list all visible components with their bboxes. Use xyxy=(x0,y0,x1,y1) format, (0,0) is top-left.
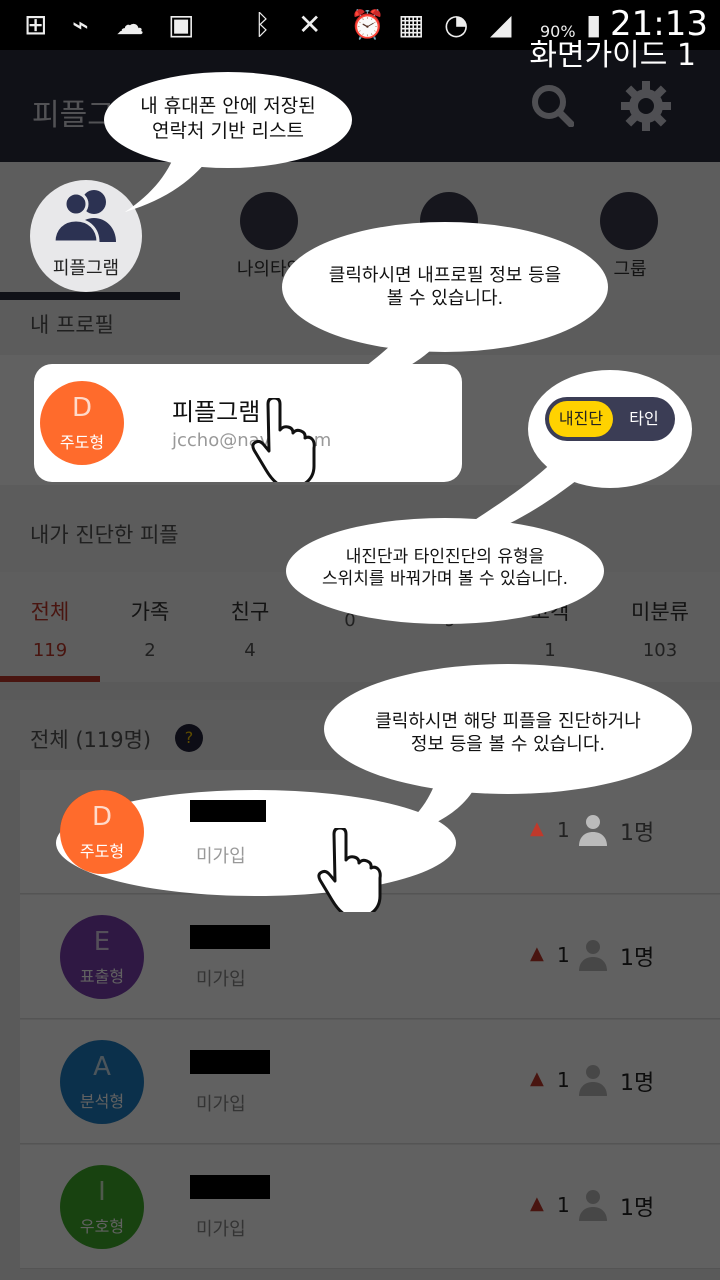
avatar-letter: E xyxy=(93,927,111,957)
bubble-text: 클릭하시면 해당 피플을 진단하거나 xyxy=(375,711,641,732)
bubble-text: 내 휴대폰 안에 저장된 xyxy=(140,95,316,117)
trend-up-icon: ▲ xyxy=(530,943,544,964)
search-icon[interactable] xyxy=(530,83,574,127)
nfc-icon: ▦ xyxy=(398,8,425,41)
chat-icon xyxy=(240,192,298,250)
filter-label: 전체 xyxy=(30,600,70,624)
trend-number: 1 xyxy=(557,1193,570,1217)
list-count: 전체 (119명) xyxy=(30,728,152,752)
list-item[interactable]: I 우호형 이동철 미가입 ▲ 1 1명 xyxy=(20,1145,720,1269)
person-name-redacted: 정철 xyxy=(190,800,266,822)
avatar: I 우호형 xyxy=(60,1165,144,1249)
person-name-redacted: 이동철 xyxy=(190,1175,270,1199)
trend-up-icon: ▲ xyxy=(530,1193,544,1214)
pointing-hand-icon xyxy=(251,398,316,482)
trend-up-icon: ▲ xyxy=(530,818,544,839)
guide-bubble-contacts: 내 휴대폰 안에 저장된 연락처 기반 리스트 xyxy=(104,72,352,168)
people-tab-icon xyxy=(52,190,116,242)
guide-bubble-row: 클릭하시면 해당 피플을 진단하거나 정보 등을 볼 수 있습니다. xyxy=(324,664,692,794)
avatar-type: 표출형 xyxy=(79,967,125,986)
avatar: D 주도형 xyxy=(40,381,124,465)
people-icon xyxy=(579,940,607,971)
list-item[interactable]: E 표출형 강수미 미가입 ▲ 1 1명 xyxy=(20,895,720,1019)
avatar-letter: D xyxy=(91,802,113,832)
people-count: 1명 xyxy=(620,946,655,971)
people-icon xyxy=(579,1065,607,1096)
filter-count: 4 xyxy=(244,640,256,661)
avatar-letter: D xyxy=(71,393,93,423)
avatar-type: 우호형 xyxy=(79,1217,125,1236)
filter-count: 1 xyxy=(544,640,556,661)
avatar: A 분석형 xyxy=(60,1040,144,1124)
people-count: 1명 xyxy=(620,1071,655,1096)
bubble-text: 정보 등을 볼 수 있습니다. xyxy=(410,734,606,756)
switch-others[interactable]: 타인 xyxy=(617,401,671,437)
filter-unclassified[interactable]: 미분류 103 xyxy=(610,596,710,661)
avatar-type: 분석형 xyxy=(79,1092,125,1111)
trend-number: 1 xyxy=(557,1068,570,1092)
trend-number: 1 xyxy=(557,818,570,842)
tab-label-highlight: 피플그램 xyxy=(52,258,120,279)
usb-icon: ⌁ xyxy=(72,8,89,41)
list-item[interactable]: A 분석형 정수민 미가입 ▲ 1 1명 xyxy=(20,1020,720,1144)
guide-bubble-profile: 클릭하시면 내프로필 정보 등을 볼 수 있습니다. xyxy=(282,222,608,352)
filter-indicator xyxy=(0,676,100,682)
tab-indicator xyxy=(0,292,180,300)
image-icon: ▣ xyxy=(168,8,195,41)
person-status: 미가입 xyxy=(196,1094,246,1115)
avatar: E 표출형 xyxy=(60,915,144,999)
filter-label: 가족 xyxy=(130,600,170,624)
gear-icon[interactable] xyxy=(620,80,672,132)
avatar-letter: I xyxy=(98,1177,106,1207)
person-status: 미가입 xyxy=(196,1219,246,1240)
help-icon[interactable]: ? xyxy=(175,724,203,752)
person-name-redacted: 정수민 xyxy=(190,1050,270,1074)
filter-label: 친구 xyxy=(230,600,270,624)
bubble-text: 연락처 기반 리스트 xyxy=(152,119,304,142)
trend-number: 1 xyxy=(557,943,570,967)
filter-count: 119 xyxy=(32,640,68,661)
avatar-letter: A xyxy=(93,1052,111,1082)
cloud-icon: ☁ xyxy=(116,8,144,41)
guide-label: 화면가이드 1 xyxy=(529,38,696,73)
people-count: 1명 xyxy=(620,1196,655,1221)
bubble-text: 스위치를 바꿔가며 볼 수 있습니다. xyxy=(322,569,568,590)
bubble-text: 볼 수 있습니다. xyxy=(386,288,504,310)
signal-icon: ◢ xyxy=(490,8,512,41)
mute-icon: ✕ xyxy=(298,8,322,41)
people-icon xyxy=(579,815,607,846)
guide-bubble-switch: 내진단과 타인진단의 유형을 스위치를 바꿔가며 볼 수 있습니다. xyxy=(286,518,604,624)
switch-self[interactable]: 내진단 xyxy=(549,401,613,437)
avatar: D 주도형 xyxy=(60,790,144,874)
filter-label: 미분류 xyxy=(631,600,689,624)
trend-up-icon: ▲ xyxy=(530,1068,544,1089)
person-name-redacted: 강수미 xyxy=(190,925,270,949)
diagnosis-switch[interactable]: 내진단 타인 xyxy=(545,397,675,441)
filter-friend[interactable]: 친구 4 xyxy=(200,596,300,661)
people-icon xyxy=(579,1190,607,1221)
add-icon: ⊞ xyxy=(24,8,48,41)
filter-count: 103 xyxy=(642,640,678,661)
wifi-icon: ◔ xyxy=(444,8,469,41)
alarm-icon: ⏰ xyxy=(350,8,385,41)
avatar-type: 주도형 xyxy=(79,842,125,861)
bubble-text: 내진단과 타인진단의 유형을 xyxy=(345,547,545,567)
pointing-hand-icon xyxy=(317,828,382,912)
people-count: 1명 xyxy=(620,821,655,846)
group-icon xyxy=(600,192,658,250)
bubble-text: 클릭하시면 내프로필 정보 등을 xyxy=(328,265,562,286)
profile-name: 피플그램 xyxy=(172,398,261,426)
filter-all[interactable]: 전체 119 xyxy=(0,596,100,661)
filter-count: 2 xyxy=(144,640,156,661)
person-status: 미가입 xyxy=(196,846,246,867)
filter-family[interactable]: 가족 2 xyxy=(100,596,200,661)
person-status: 미가입 xyxy=(196,969,246,990)
avatar-type: 주도형 xyxy=(59,433,105,452)
bluetooth-icon: ᛒ xyxy=(254,8,271,41)
